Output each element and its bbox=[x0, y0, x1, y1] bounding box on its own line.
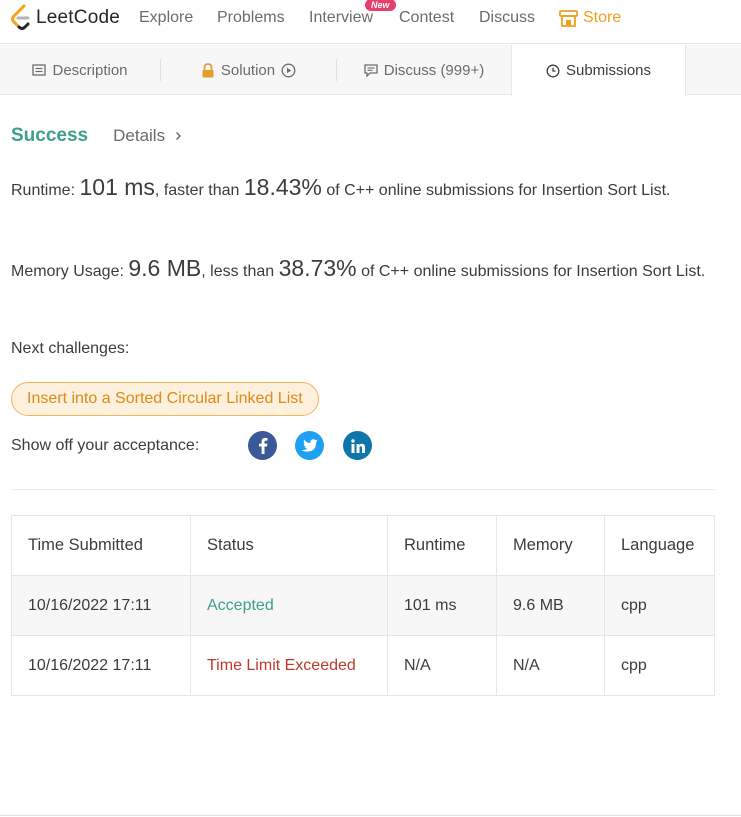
comment-icon bbox=[364, 63, 378, 77]
new-badge: New bbox=[365, 0, 396, 11]
runtime-middle: , faster than bbox=[154, 182, 244, 199]
memory-suffix: of C++ online submissions for Insertion … bbox=[356, 263, 706, 280]
table-header-row: Time Submitted Status Runtime Memory Lan… bbox=[11, 515, 715, 576]
details-link[interactable]: Details bbox=[113, 126, 182, 146]
memory-middle: , less than bbox=[201, 263, 279, 280]
runtime-value: 101 ms bbox=[79, 174, 155, 200]
tab-description[interactable]: Description bbox=[0, 45, 160, 95]
cell-language: cpp bbox=[604, 635, 715, 696]
store-label: Store bbox=[583, 9, 622, 26]
table-row: 10/16/2022 17:11 Accepted 101 ms 9.6 MB … bbox=[11, 575, 715, 636]
tab-discuss-label: Discuss (999+) bbox=[383, 61, 485, 79]
memory-percent: 38.73% bbox=[278, 255, 357, 281]
cell-time: 10/16/2022 17:11 bbox=[11, 635, 191, 696]
tab-submissions[interactable]: Submissions bbox=[511, 45, 686, 96]
header-memory[interactable]: Memory bbox=[496, 515, 605, 576]
cell-status-link[interactable]: Time Limit Exceeded bbox=[190, 635, 388, 696]
share-label: Show off your acceptance: bbox=[11, 437, 200, 454]
header-status[interactable]: Status bbox=[190, 515, 388, 576]
play-circle-icon bbox=[281, 63, 296, 77]
problem-tabs: Description Solution Discuss (999+) Subm… bbox=[0, 45, 741, 96]
cell-memory: N/A bbox=[496, 635, 605, 696]
cell-language: cpp bbox=[604, 575, 715, 636]
details-label: Details bbox=[113, 126, 166, 145]
runtime-stat: Runtime: 101 ms, faster than 18.43% of C… bbox=[11, 174, 711, 204]
nav-interview[interactable]: Interview bbox=[309, 9, 373, 27]
next-challenges-label: Next challenges: bbox=[11, 340, 130, 357]
logo-text: LeetCode bbox=[36, 6, 121, 28]
tab-discuss[interactable]: Discuss (999+) bbox=[337, 45, 511, 95]
next-challenge-button[interactable]: Insert into a Sorted Circular Linked Lis… bbox=[11, 382, 319, 416]
cell-memory: 9.6 MB bbox=[496, 575, 605, 636]
leetcode-logo[interactable]: LeetCode bbox=[10, 4, 120, 31]
page-bottom-border bbox=[0, 815, 741, 816]
header-runtime[interactable]: Runtime bbox=[387, 515, 497, 576]
memory-value: 9.6 MB bbox=[128, 255, 202, 281]
submissions-table: Time Submitted Status Runtime Memory Lan… bbox=[11, 515, 715, 696]
status-success: Success bbox=[11, 125, 89, 146]
tab-solution-label: Solution bbox=[220, 61, 276, 79]
description-icon bbox=[32, 64, 47, 76]
runtime-suffix: of C++ online submissions for Insertion … bbox=[321, 182, 671, 199]
memory-label: Memory Usage: bbox=[11, 263, 124, 280]
runtime-label: Runtime: bbox=[11, 182, 76, 199]
top-nav: LeetCode Explore Problems Interview New … bbox=[0, 0, 741, 44]
tab-submissions-label: Submissions bbox=[565, 62, 652, 79]
leetcode-logo-icon bbox=[11, 4, 30, 30]
memory-stat: Memory Usage: 9.6 MB, less than 38.73% o… bbox=[11, 255, 711, 285]
cell-runtime: 101 ms bbox=[387, 575, 497, 636]
nav-store[interactable]: Store bbox=[559, 9, 621, 27]
clock-icon bbox=[546, 64, 560, 77]
cell-status-link[interactable]: Accepted bbox=[190, 575, 388, 636]
lock-icon bbox=[202, 62, 214, 77]
tab-description-label: Description bbox=[52, 61, 128, 79]
twitter-icon[interactable] bbox=[295, 431, 324, 460]
nav-explore[interactable]: Explore bbox=[139, 9, 193, 27]
nav-problems[interactable]: Problems bbox=[217, 9, 285, 27]
table-row: 10/16/2022 17:11 Time Limit Exceeded N/A… bbox=[11, 635, 715, 696]
cell-runtime: N/A bbox=[387, 635, 497, 696]
chevron-right-icon bbox=[176, 131, 182, 141]
nav-discuss[interactable]: Discuss bbox=[479, 9, 535, 27]
result-header: Success Details bbox=[11, 125, 182, 147]
runtime-percent: 18.43% bbox=[243, 174, 322, 200]
header-time-submitted[interactable]: Time Submitted bbox=[11, 515, 191, 576]
header-language[interactable]: Language bbox=[604, 515, 715, 576]
nav-contest[interactable]: Contest bbox=[399, 9, 454, 27]
cell-time: 10/16/2022 17:11 bbox=[11, 575, 191, 636]
linkedin-icon[interactable] bbox=[343, 431, 372, 460]
store-icon bbox=[559, 9, 578, 27]
facebook-icon[interactable] bbox=[248, 431, 277, 460]
tab-solution[interactable]: Solution bbox=[161, 45, 336, 95]
section-divider bbox=[11, 489, 715, 490]
